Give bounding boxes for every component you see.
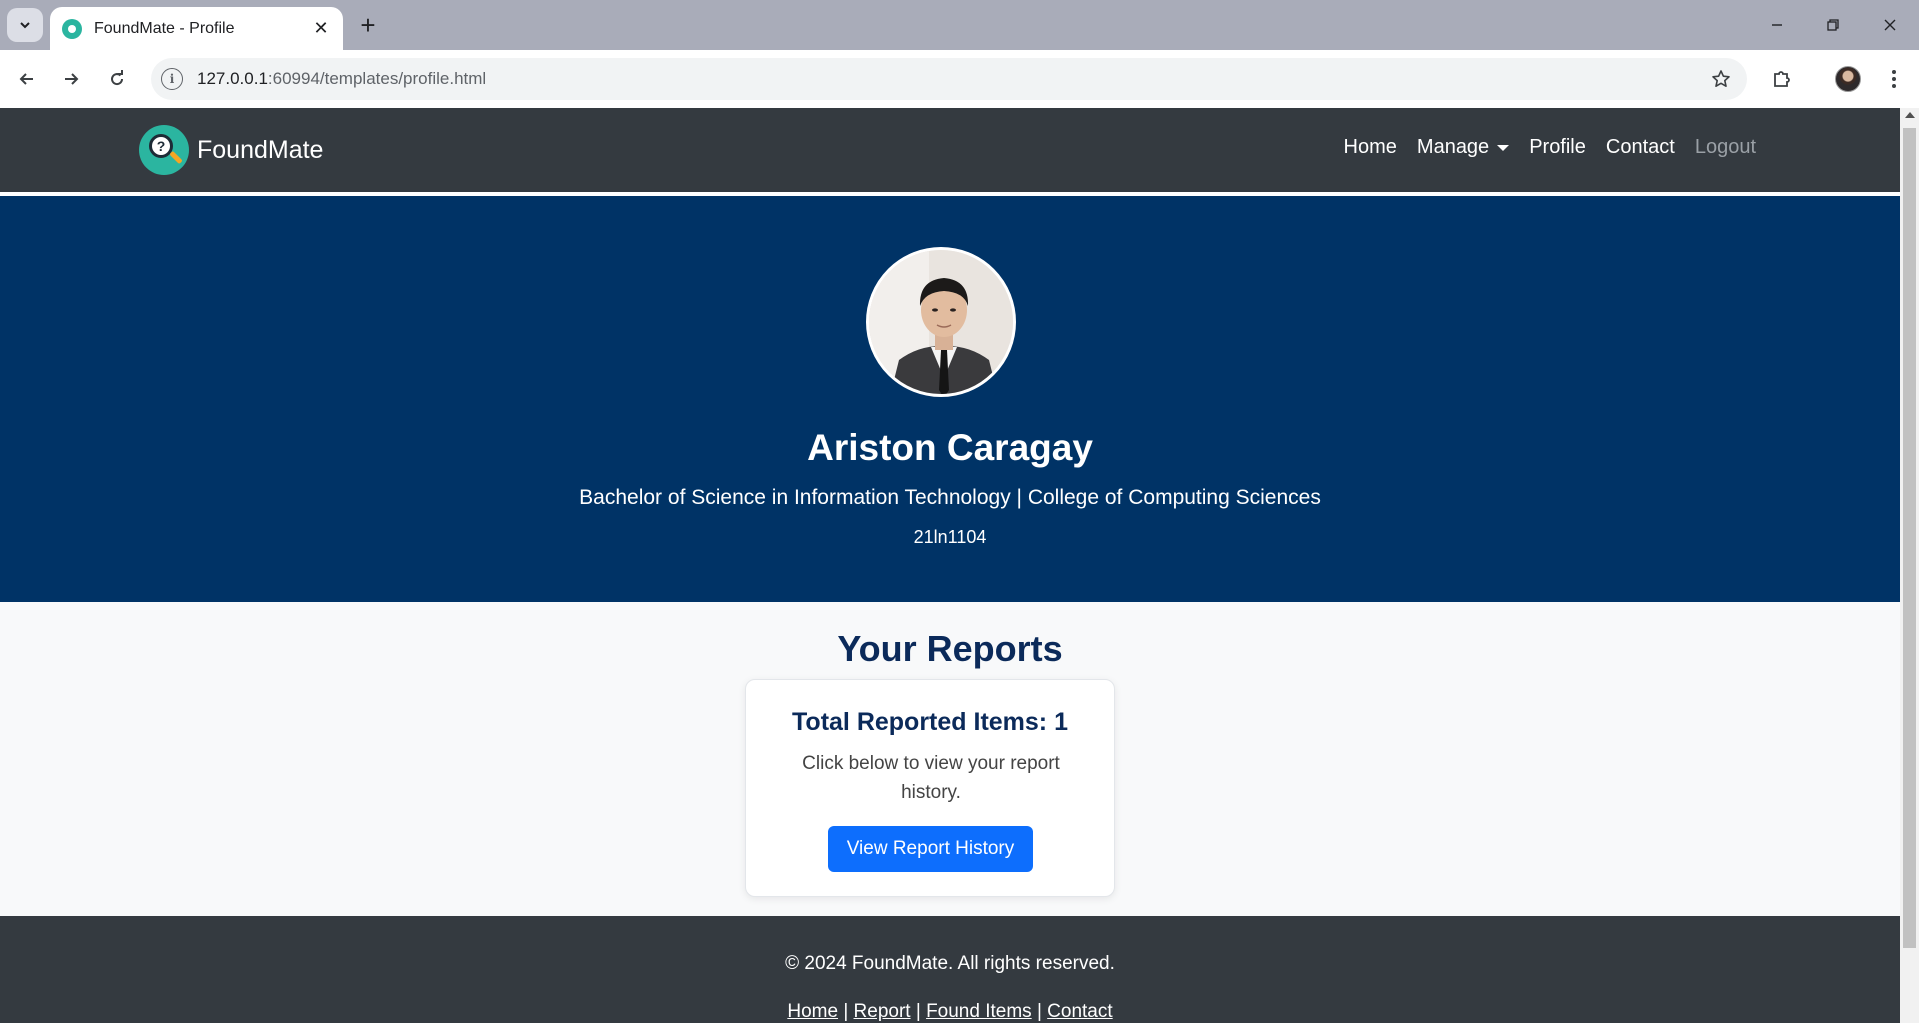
site-info-icon[interactable]: i <box>161 68 183 90</box>
reports-card: Total Reported Items: 1 Click below to v… <box>745 679 1115 897</box>
nav-home[interactable]: Home <box>1344 136 1397 159</box>
reload-icon[interactable] <box>101 63 133 95</box>
profile-photo <box>866 247 1016 397</box>
extensions-icon[interactable] <box>1766 63 1798 95</box>
nav-contact[interactable]: Contact <box>1606 136 1675 159</box>
url-path: :60994/templates/profile.html <box>267 69 487 88</box>
profile-name: Ariston Caragay <box>807 427 1093 468</box>
nav-manage-label: Manage <box>1416 136 1490 158</box>
browser-toolbar: i 127.0.0.1:60994/templates/profile.html <box>0 50 1919 108</box>
back-icon[interactable] <box>11 63 43 95</box>
tab-search-button[interactable] <box>7 8 43 42</box>
close-window-icon[interactable] <box>1870 10 1910 40</box>
footer-link-contact[interactable]: Contact <box>1047 1001 1112 1022</box>
scrollbar-thumb[interactable] <box>1903 128 1916 948</box>
reports-heading: Your Reports <box>837 628 1063 669</box>
brand-name: FoundMate <box>197 135 324 164</box>
nav-manage-dropdown[interactable]: Manage <box>1416 136 1510 159</box>
tab-title: FoundMate - Profile <box>94 19 235 37</box>
profile-student-id: 21ln1104 <box>913 527 987 547</box>
reports-description: Click below to view your report history. <box>802 753 1060 803</box>
bookmark-star-icon[interactable] <box>1709 67 1733 91</box>
footer-link-found-items[interactable]: Found Items <box>926 1001 1032 1022</box>
footer-separator: | <box>843 1001 849 1022</box>
new-tab-button[interactable]: + <box>353 10 383 40</box>
footer-separator: | <box>1036 1001 1042 1022</box>
forward-icon[interactable] <box>55 63 87 95</box>
site-footer: © 2024 FoundMate. All rights reserved. H… <box>0 916 1900 1023</box>
person-portrait-icon <box>869 250 1013 394</box>
total-reported-items: Total Reported Items: 1 <box>792 708 1068 736</box>
close-tab-icon[interactable]: ✕ <box>311 18 331 39</box>
favicon-icon <box>62 18 82 39</box>
profile-avatar-button[interactable] <box>1832 63 1864 95</box>
scroll-up-arrow-icon[interactable] <box>1905 112 1915 118</box>
minimize-icon[interactable] <box>1757 10 1797 40</box>
browser-tab-bar: FoundMate - Profile ✕ + <box>0 0 1919 50</box>
restore-icon[interactable] <box>1813 10 1853 40</box>
footer-links: Home | Report | Found Items | Contact <box>0 1001 1900 1023</box>
avatar <box>1835 66 1861 92</box>
footer-link-report[interactable]: Report <box>854 1001 911 1022</box>
page-scrollbar[interactable] <box>1900 108 1919 1023</box>
url-text[interactable]: 127.0.0.1:60994/templates/profile.html <box>197 69 486 89</box>
footer-copyright: © 2024 FoundMate. All rights reserved. <box>785 953 1115 974</box>
chevron-down-icon <box>20 22 30 29</box>
url-host: 127.0.0.1 <box>197 69 268 88</box>
brand-link[interactable]: ? FoundMate <box>139 125 323 175</box>
nav-profile[interactable]: Profile <box>1529 136 1586 159</box>
page-viewport: ? FoundMate Home Manage Profile Contact … <box>0 108 1900 1023</box>
nav-logout[interactable]: Logout <box>1695 136 1756 159</box>
caret-down-icon <box>1497 144 1510 151</box>
profile-header: Ariston Caragay Bachelor of Science in I… <box>0 196 1900 602</box>
foundmate-logo-icon: ? <box>139 125 189 175</box>
view-report-history-button[interactable]: View Report History <box>828 826 1033 872</box>
browser-tab[interactable]: FoundMate - Profile ✕ <box>50 7 343 50</box>
menu-kebab-icon[interactable] <box>1878 63 1910 95</box>
nav-links: Home Manage Profile Contact Logout <box>1324 136 1756 159</box>
footer-separator: | <box>915 1001 921 1022</box>
footer-link-home[interactable]: Home <box>787 1001 838 1022</box>
profile-program: Bachelor of Science in Information Techn… <box>579 486 1321 509</box>
site-navbar: ? FoundMate Home Manage Profile Contact … <box>0 108 1900 192</box>
address-bar[interactable]: i 127.0.0.1:60994/templates/profile.html <box>151 58 1747 100</box>
